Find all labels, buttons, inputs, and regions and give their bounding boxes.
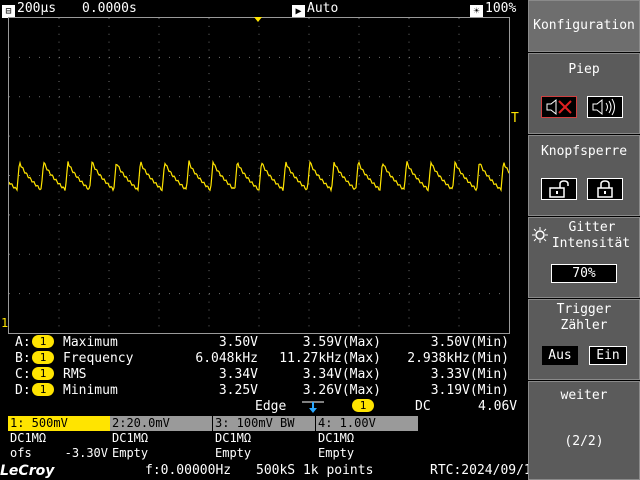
measurement-value: 3.34V: [218, 367, 258, 382]
speaker-on-icon: [592, 98, 615, 116]
channel-4-settings[interactable]: 4: 1.00V DC1MΩ Empty: [316, 416, 418, 462]
channel-1-offset: ofs -3.30V: [8, 446, 110, 461]
channel-2-header: 2:20.0mV: [110, 416, 212, 431]
measurement-max: 3.34V(Max): [302, 367, 381, 382]
channel-4-coupling: DC1MΩ: [318, 431, 355, 445]
measurement-max: 11.27kHz(Max): [279, 351, 381, 366]
measurement-max: 3.59V(Max): [302, 335, 381, 350]
trigger-level-marker[interactable]: T: [511, 112, 519, 126]
channel-3-coupling: DC1MΩ: [215, 431, 252, 445]
menu-knopfsperre[interactable]: Knopfsperre: [528, 135, 640, 216]
menu-trigger-label-1: Trigger: [556, 302, 612, 317]
measurement-channel: 1: [32, 367, 54, 380]
channel-1-header: 1: 500mV: [8, 416, 110, 431]
counter-on-button[interactable]: Ein: [589, 346, 627, 365]
measurement-name: Minimum: [63, 383, 118, 398]
channel-1-offset-label: ofs: [10, 446, 32, 460]
channel-1-settings[interactable]: 1: 500mV DC1MΩ ofs -3.30V: [8, 416, 110, 462]
brightness-readout[interactable]: ☀ 100%: [470, 0, 516, 18]
speaker-muted-icon: [546, 98, 572, 116]
delay-readout[interactable]: 0.0000s: [82, 0, 137, 17]
intensity-knob-icon: [532, 227, 548, 243]
frequency-counter: f:0.00000Hz: [145, 463, 232, 478]
measurement-channel: 1: [32, 351, 54, 364]
menu-weiter[interactable]: weiter (2/2): [528, 381, 640, 480]
measurement-name: RMS: [63, 367, 87, 382]
menu-trigger-label-2: Zähler: [560, 318, 608, 333]
trigger-coupling: DC: [415, 399, 431, 414]
measurement-value: 3.25V: [218, 383, 258, 398]
channel-2-settings[interactable]: 2:20.0mV DC1MΩ Empty: [110, 416, 212, 462]
channel-3-header: 3: 100mV BW: [213, 416, 315, 431]
menu-page-indicator: (2/2): [564, 434, 604, 449]
timebase-value: 200µs: [17, 1, 57, 16]
beep-on-button[interactable]: [587, 96, 623, 118]
measurement-slot: C:: [15, 367, 31, 382]
measurement-slot: A:: [15, 335, 31, 350]
measurement-min: 2.938kHz(Min): [407, 351, 509, 366]
menu-konfiguration-label: Konfiguration: [533, 18, 635, 33]
channel-1-ground-marker[interactable]: 1: [1, 317, 8, 329]
channel-1-offset-value: -3.30V: [64, 446, 108, 460]
lock-button[interactable]: [587, 178, 623, 200]
unlock-button[interactable]: [541, 178, 577, 200]
locked-padlock-icon: [597, 180, 613, 198]
trigger-mode-readout[interactable]: ▶ Auto: [292, 0, 338, 18]
measurement-channel: 1: [32, 335, 54, 348]
waveform-display[interactable]: [8, 17, 510, 334]
channel-2-status: Empty: [112, 446, 149, 460]
timebase-readout[interactable]: ⊟ 200µs: [2, 0, 56, 18]
measurement-slot: B:: [15, 351, 31, 366]
channel-4-status: Empty: [318, 446, 355, 460]
menu-piep-label: Piep: [568, 62, 600, 77]
measurement-row: C: 1 RMS 3.34V 3.34V(Max) 3.33V(Min): [0, 367, 527, 383]
measurement-channel: 1: [32, 383, 54, 396]
measurement-row: B: 1 Frequency 6.048kHz 11.27kHz(Max) 2.938kH…: [0, 351, 527, 367]
trigger-mode-value: Auto: [307, 1, 339, 16]
counter-off-button[interactable]: Aus: [542, 346, 578, 365]
measurement-value: 6.048kHz: [195, 351, 258, 366]
menu-knopfsperre-label: Knopfsperre: [540, 144, 628, 159]
measurement-max: 3.26V(Max): [302, 383, 381, 398]
trigger-type: Edge: [255, 399, 287, 414]
channel-3-settings[interactable]: 3: 100mV BW DC1MΩ Empty: [213, 416, 315, 462]
measurement-slot: D:: [15, 383, 31, 398]
channel-1-coupling: DC1MΩ: [10, 431, 47, 445]
menu-weiter-label: weiter: [560, 388, 608, 403]
menu-trigger-zaehler[interactable]: Trigger Zähler Aus Ein: [528, 299, 640, 380]
measurement-name: Frequency: [63, 351, 134, 366]
menu-konfiguration[interactable]: Konfiguration: [528, 0, 640, 52]
measurement-name: Maximum: [63, 335, 118, 350]
sampling-info: 500kS 1k points: [256, 463, 374, 478]
brand-logo: LeCroy: [0, 463, 55, 479]
trigger-info: Edge 1 DC 4.06V: [0, 399, 527, 415]
waveform-canvas: [9, 18, 509, 333]
grid-intensity-value[interactable]: 70%: [551, 264, 617, 283]
channel-4-header: 4: 1.00V: [316, 416, 418, 431]
channel-3-status: Empty: [215, 446, 252, 460]
trigger-level: 4.06V: [478, 399, 518, 414]
brightness-value: 100%: [485, 1, 517, 16]
unlocked-padlock-icon: [549, 180, 569, 198]
measurement-min: 3.33V(Min): [430, 367, 509, 382]
top-status-bar: ⊟ 200µs 0.0000s ▶ Auto ☀ 100%: [0, 0, 527, 18]
measurement-min: 3.19V(Min): [430, 383, 509, 398]
measurement-row: A: 1 Maximum 3.50V 3.59V(Max) 3.50V(Min): [0, 335, 527, 351]
measurement-min: 3.50V(Min): [430, 335, 509, 350]
measurement-value: 3.50V: [218, 335, 258, 350]
trigger-position-marker[interactable]: [254, 17, 262, 22]
menu-gitter-intensitaet[interactable]: Gitter Intensität 70%: [528, 217, 640, 298]
menu-piep[interactable]: Piep: [528, 53, 640, 134]
beep-off-button[interactable]: [541, 96, 577, 118]
channel-2-coupling: DC1MΩ: [112, 431, 149, 445]
measurement-row: D: 1 Minimum 3.25V 3.26V(Max) 3.19V(Min): [0, 383, 527, 399]
rising-edge-icon: [302, 401, 324, 413]
